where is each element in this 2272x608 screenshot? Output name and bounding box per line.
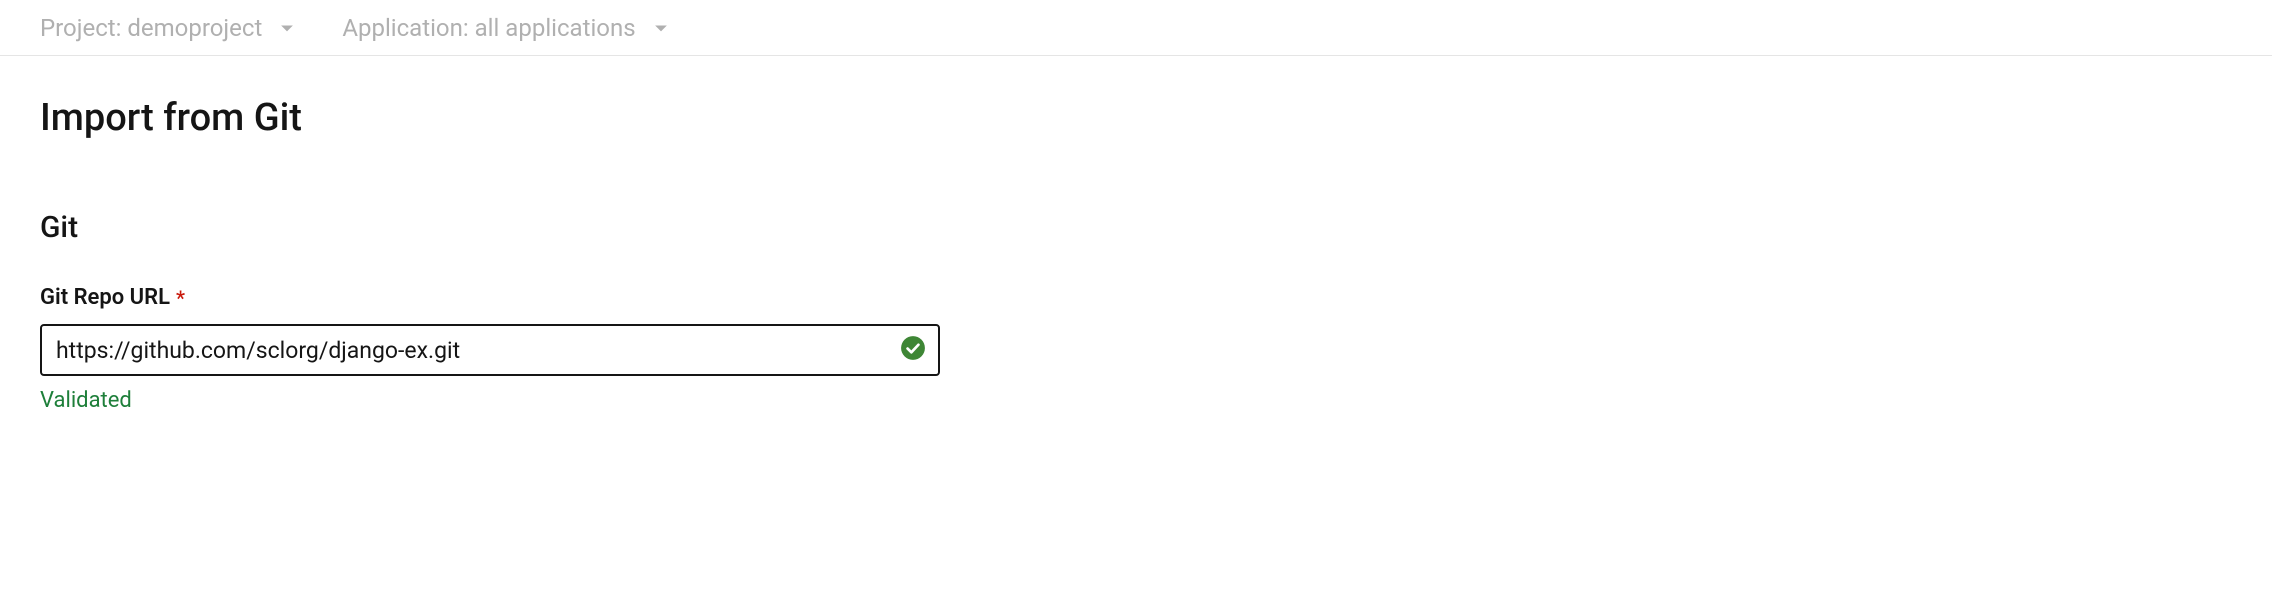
git-repo-url-input-wrapper xyxy=(40,324,940,376)
page-title: Import from Git xyxy=(40,96,2232,140)
git-repo-url-label-row: Git Repo URL * xyxy=(40,285,2232,310)
project-label: Project: xyxy=(40,14,121,42)
git-section-heading: Git xyxy=(40,210,2232,245)
required-asterisk: * xyxy=(176,286,185,310)
chevron-down-icon xyxy=(654,14,668,42)
application-label: Application: xyxy=(342,14,468,42)
git-repo-url-input[interactable] xyxy=(40,324,940,376)
page-content: Import from Git Git Git Repo URL * Valid… xyxy=(0,56,2272,413)
git-repo-url-label: Git Repo URL xyxy=(40,285,170,310)
check-circle-icon xyxy=(900,335,926,365)
project-value: demoproject xyxy=(121,14,262,42)
chevron-down-icon xyxy=(280,14,294,42)
validation-status-text: Validated xyxy=(40,388,2232,413)
project-selector[interactable]: Project: demoproject xyxy=(40,14,294,42)
application-selector[interactable]: Application: all applications xyxy=(342,14,667,42)
topbar: Project: demoproject Application: all ap… xyxy=(0,0,2272,56)
application-value: all applications xyxy=(469,14,636,42)
